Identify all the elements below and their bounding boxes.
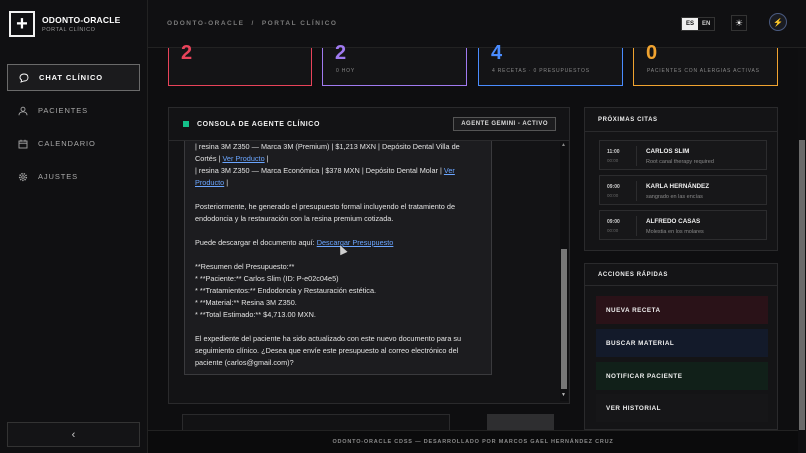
- brand-subtitle: PORTAL CLÍNICO: [42, 27, 96, 33]
- console-title: CONSOLA DE AGENTE CLÍNICO: [197, 120, 320, 128]
- message-line: Producto |: [195, 178, 229, 187]
- sidebar-item-label: PACIENTES: [38, 106, 89, 115]
- stat-value: 2: [335, 42, 347, 64]
- message-line: endodoncia y la restauración con la resi…: [195, 214, 394, 223]
- stat-label: 4 RECETAS · 0 PRESUPUESTOS: [492, 68, 590, 74]
- agent-console: CONSOLA DE AGENTE CLÍNICO AGENTE GEMINI …: [168, 107, 570, 404]
- theme-toggle-button[interactable]: ☀: [731, 15, 747, 31]
- status-badge: AGENTE GEMINI - ACTIVO: [453, 117, 556, 131]
- top-header: ODONTO-ORACLE / PORTAL CLÍNICO ES EN ☀ ⚡: [148, 0, 806, 48]
- sidebar-nav: CHAT CLÍNICO PACIENTES CALENDARIO AJUSTE…: [7, 64, 140, 196]
- avatar-icon: ⚡: [773, 17, 783, 27]
- notify-patient-button[interactable]: NOTIFICAR PACIENTE: [596, 362, 768, 390]
- message-line: * **Tratamientos:** Endodoncia y Restaur…: [195, 286, 377, 295]
- stat-value: 2: [181, 42, 193, 64]
- language-toggle: ES EN: [681, 17, 716, 31]
- footer: ODONTO-ORACLE CDSS — DESARROLLADO POR MA…: [148, 430, 798, 453]
- sidebar: + ODONTO-ORACLE PORTAL CLÍNICO CHAT CLÍN…: [0, 0, 148, 453]
- breadcrumb-separator: /: [251, 20, 255, 27]
- ver-producto-link-2b[interactable]: Producto: [195, 178, 224, 187]
- message-line: * **Total Estimado:** $4,713.00 MXN.: [195, 310, 316, 319]
- ver-producto-link[interactable]: Ver Producto: [222, 154, 264, 163]
- appointment-time: 09:00: [607, 184, 620, 190]
- new-prescription-button[interactable]: NUEVA RECETA: [596, 296, 768, 324]
- appointment-note: Root canal therapy required: [646, 159, 714, 165]
- sidebar-item-calendario[interactable]: CALENDARIO: [7, 130, 140, 157]
- message-line: | resina 3M Z350 — Marca 3M (Premium) | …: [195, 142, 460, 151]
- agent-message: | resina 3M Z350 — Marca 3M (Premium) | …: [184, 141, 492, 375]
- sidebar-item-label: CHAT CLÍNICO: [39, 73, 103, 82]
- message-line: Posteriormente, he generado el presupues…: [195, 202, 456, 211]
- sidebar-item-chat[interactable]: CHAT CLÍNICO: [7, 64, 140, 91]
- appointment-note: Molestia en los molares: [646, 229, 704, 235]
- appointment-item[interactable]: 11:00 00:00 CARLOS SLIM Root canal thera…: [599, 140, 767, 170]
- stat-card-pacientes: 2: [168, 42, 312, 86]
- quick-actions-title: ACCIONES RÁPIDAS: [585, 264, 777, 286]
- sidebar-item-ajustes[interactable]: AJUSTES: [7, 163, 140, 190]
- message-line: Cortés | Ver Producto |: [195, 154, 269, 163]
- brand-title: ODONTO-ORACLE: [42, 15, 121, 25]
- chat-icon: [19, 73, 29, 83]
- scroll-down-icon[interactable]: ▼: [561, 392, 566, 398]
- stat-value: 4: [491, 42, 503, 64]
- sidebar-item-pacientes[interactable]: PACIENTES: [7, 97, 140, 124]
- sidebar-item-label: CALENDARIO: [38, 139, 96, 148]
- breadcrumb-root[interactable]: ODONTO-ORACLE: [167, 20, 245, 27]
- stat-card-citas: 2 0 HOY: [322, 42, 467, 86]
- appointments-panel: PRÓXIMAS CITAS 11:00 00:00 CARLOS SLIM R…: [584, 107, 778, 251]
- avatar[interactable]: ⚡: [769, 13, 787, 31]
- message-line: El expediente del paciente ha sido actua…: [195, 334, 462, 343]
- ver-producto-link-2[interactable]: Ver: [444, 166, 455, 175]
- logo-plus-icon: +: [9, 11, 35, 37]
- lang-en-button[interactable]: EN: [698, 18, 714, 30]
- brand[interactable]: + ODONTO-ORACLE PORTAL CLÍNICO: [9, 11, 120, 37]
- stat-label: 0 HOY: [336, 68, 356, 74]
- lang-es-button[interactable]: ES: [682, 18, 699, 30]
- scrollbar-thumb[interactable]: [799, 140, 805, 430]
- appointment-patient: CARLOS SLIM: [646, 148, 690, 155]
- search-material-button[interactable]: BUSCAR MATERIAL: [596, 329, 768, 357]
- appointment-note: sangrado en las encías: [646, 194, 703, 200]
- page-scrollbar[interactable]: [798, 48, 806, 453]
- appointment-patient: KARLA HERNÁNDEZ: [646, 183, 710, 190]
- console-scrollbar[interactable]: ▲ ▼: [560, 141, 568, 401]
- descargar-presupuesto-link[interactable]: Descargar Presupuesto: [317, 238, 394, 247]
- stat-card-alergias: 0 PACIENTES CON ALERGIAS ACTIVAS: [633, 42, 778, 86]
- user-icon: [18, 106, 28, 115]
- chevron-left-icon: ‹: [71, 428, 76, 441]
- appointments-title: PRÓXIMAS CITAS: [585, 108, 777, 132]
- send-button[interactable]: [487, 414, 554, 430]
- stat-card-documentos: 4 4 RECETAS · 0 PRESUPUESTOS: [478, 42, 623, 86]
- breadcrumb-current: PORTAL CLÍNICO: [261, 20, 338, 27]
- chat-input[interactable]: [182, 414, 450, 430]
- stat-label: PACIENTES CON ALERGIAS ACTIVAS: [647, 68, 760, 74]
- sidebar-item-label: AJUSTES: [38, 172, 79, 181]
- appointment-time-secondary: 00:00: [607, 228, 619, 233]
- message-line: * **Paciente:** Carlos Slim (ID: P-e02c0…: [195, 274, 339, 283]
- appointment-item[interactable]: 09:00 00:00 ALFREDO CASAS Molestia en lo…: [599, 210, 767, 240]
- view-history-button[interactable]: VER HISTORIAL: [596, 394, 768, 422]
- message-line: seguimiento clínico. ¿Desea que envíe es…: [195, 346, 459, 355]
- message-line: | resina 3M Z350 — Marca Económica | $37…: [195, 166, 455, 175]
- appointment-time-secondary: 00:00: [607, 158, 619, 163]
- sun-icon: ☀: [734, 17, 744, 28]
- calendar-icon: [18, 139, 28, 148]
- stat-value: 0: [646, 42, 658, 64]
- appointment-time-secondary: 00:00: [607, 193, 619, 198]
- status-dot-icon: [183, 121, 189, 127]
- scrollbar-thumb[interactable]: [561, 249, 567, 389]
- appointment-time: 09:00: [607, 219, 620, 225]
- message-line: * **Material:** Resina 3M Z350.: [195, 298, 297, 307]
- appointment-patient: ALFREDO CASAS: [646, 218, 701, 225]
- collapse-sidebar-button[interactable]: ‹: [7, 422, 140, 447]
- breadcrumb: ODONTO-ORACLE / PORTAL CLÍNICO: [167, 20, 338, 27]
- message-line: paciente (carlos@gmail.com)?: [195, 358, 294, 367]
- console-header: CONSOLA DE AGENTE CLÍNICO AGENTE GEMINI …: [169, 108, 569, 141]
- quick-actions-panel: ACCIONES RÁPIDAS NUEVA RECETA BUSCAR MAT…: [584, 263, 778, 430]
- scroll-up-icon[interactable]: ▲: [561, 142, 566, 148]
- message-line: **Resumen del Presupuesto:**: [195, 262, 295, 271]
- gear-icon: [18, 172, 28, 181]
- appointment-item[interactable]: 09:00 00:00 KARLA HERNÁNDEZ sangrado en …: [599, 175, 767, 205]
- appointment-time: 11:00: [607, 149, 620, 155]
